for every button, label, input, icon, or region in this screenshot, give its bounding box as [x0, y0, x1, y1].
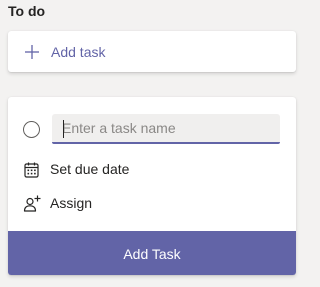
assign-label: Assign — [50, 195, 93, 211]
calendar-icon — [22, 160, 42, 180]
new-task-card: Set due date Assign Add Task — [8, 97, 296, 275]
add-task-label: Add task — [51, 44, 106, 60]
text-caret — [63, 120, 64, 138]
complete-task-circle-icon[interactable] — [23, 121, 40, 138]
task-name-input[interactable] — [52, 114, 280, 144]
plus-icon — [24, 44, 40, 60]
bucket-title: To do — [8, 3, 46, 19]
assign-button[interactable]: Assign — [22, 193, 162, 215]
add-task-submit-button[interactable]: Add Task — [8, 231, 296, 275]
set-due-date-label: Set due date — [50, 161, 130, 177]
person-add-icon — [22, 194, 42, 214]
add-task-button[interactable]: Add task — [8, 31, 296, 72]
set-due-date-button[interactable]: Set due date — [22, 159, 162, 181]
